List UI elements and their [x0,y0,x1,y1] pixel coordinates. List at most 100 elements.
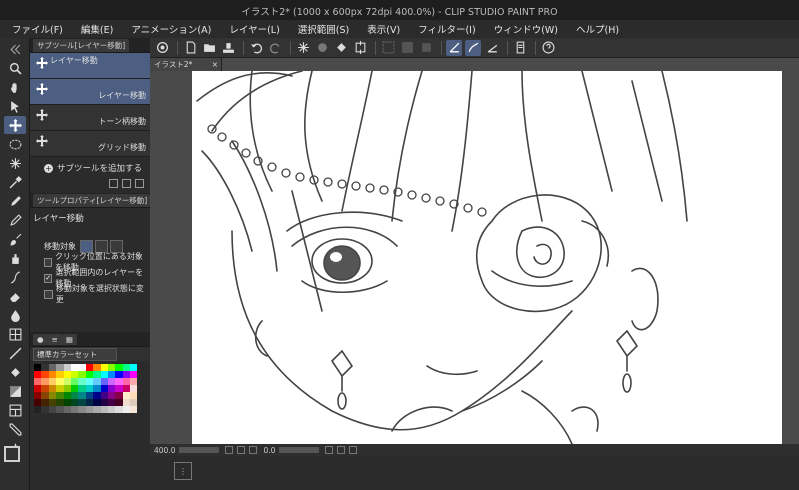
tool-hand[interactable] [4,78,26,96]
color-swatch[interactable] [100,406,108,413]
deselect-button[interactable] [380,40,396,56]
clear-button[interactable] [314,40,330,56]
tool-auto-select[interactable] [4,154,26,172]
rotate-slider[interactable] [279,447,320,453]
menu-help[interactable]: ヘルプ(H) [576,22,619,36]
tool-property-tab[interactable]: ツールプロパティ[レイヤー移動] [33,193,150,207]
tool-ruler[interactable] [4,420,26,438]
menu-layer[interactable]: レイヤー(L) [229,22,279,36]
tool-move-layer[interactable] [4,116,26,134]
tool-brush[interactable] [4,230,26,248]
color-swatch[interactable] [130,371,138,378]
color-swatch[interactable] [107,392,116,399]
color-swatch[interactable] [85,385,94,392]
special-ruler-snap-button[interactable] [465,39,481,56]
color-indicator[interactable] [4,446,26,470]
color-swatch[interactable] [70,406,79,413]
color-swatch[interactable] [85,406,94,413]
color-wheel-tab[interactable]: ● [33,333,48,345]
color-swatch[interactable] [130,385,138,392]
tool-decoration[interactable] [4,268,26,286]
color-swatch[interactable] [41,385,49,392]
selection-button[interactable] [418,40,434,56]
color-swatch[interactable] [41,392,49,399]
menu-filter[interactable]: フィルター(I) [418,22,476,36]
tool-pen[interactable] [4,192,26,210]
tool-pencil[interactable] [4,211,26,229]
color-set-name[interactable]: 標準カラーセット [33,347,117,361]
color-swatch[interactable] [100,364,108,371]
menu-edit[interactable]: 編集(E) [81,22,113,36]
color-swatch[interactable] [63,399,71,406]
color-swatch[interactable] [115,399,123,406]
color-swatch[interactable] [115,392,123,399]
color-swatch[interactable] [130,399,138,406]
subtool-item[interactable]: グリッド移動 [30,131,150,157]
option-row[interactable]: 移動対象を選択状態に変更 [30,284,150,304]
color-swatch[interactable] [56,392,64,399]
color-swatch[interactable] [70,364,79,371]
color-swatch[interactable] [78,385,86,392]
color-swatch[interactable] [130,378,138,385]
color-swatch[interactable] [48,385,57,392]
main-color-swatch[interactable] [4,446,20,462]
color-swatch[interactable] [122,392,131,399]
tool-line[interactable] [4,344,26,362]
tool-collapse[interactable] [4,40,26,58]
color-swatch[interactable] [100,392,108,399]
angle-value[interactable]: 0.0 [263,446,275,455]
drawing-canvas[interactable] [192,71,782,444]
zoom-out-icon[interactable] [225,446,234,454]
color-swatch[interactable] [85,392,94,399]
invert-button[interactable] [399,40,415,56]
open-button[interactable] [201,40,217,56]
color-swatch[interactable] [100,399,108,406]
tool-operation[interactable] [4,97,26,115]
color-swatch[interactable] [56,385,64,392]
color-swatch[interactable] [130,406,138,413]
menu-file[interactable]: ファイル(F) [12,22,63,36]
color-swatch[interactable] [130,364,138,371]
add-subtool-button[interactable]: + サブツールを追加する [30,157,150,179]
trash-icon[interactable] [135,179,144,188]
color-swatch[interactable] [115,364,123,371]
color-swatch[interactable] [70,378,79,385]
subtool-item[interactable]: トーン柄移動 [30,105,150,131]
color-swatch[interactable] [41,406,49,413]
tool-selection[interactable] [4,135,26,153]
tool-airbrush[interactable] [4,249,26,267]
color-swatch[interactable] [107,364,116,371]
color-swatch[interactable] [70,399,79,406]
color-swatch[interactable] [122,371,131,378]
color-swatch[interactable] [100,385,108,392]
fit-icon[interactable] [249,446,258,454]
menu-window[interactable]: ウィンドウ(W) [494,22,558,36]
menu-view[interactable]: 表示(V) [367,22,400,36]
color-swatch[interactable] [41,371,49,378]
color-swatch[interactable] [63,385,71,392]
color-swatch[interactable] [34,399,42,406]
reset-rotate-icon[interactable] [349,446,358,454]
subtool-item[interactable]: レイヤー移動 [30,53,150,79]
color-swatch[interactable] [107,406,116,413]
color-swatch[interactable] [48,378,57,385]
zoom-slider[interactable] [179,447,220,453]
color-swatch[interactable] [100,378,108,385]
color-swatch[interactable] [48,392,57,399]
color-swatch[interactable] [63,371,71,378]
fill-button[interactable] [333,40,349,56]
help-button[interactable] [540,40,556,56]
color-swatch[interactable] [115,378,123,385]
zoom-value[interactable]: 400.0 [154,446,175,455]
tool-eraser[interactable] [4,287,26,305]
color-swatch[interactable] [78,371,86,378]
color-swatch[interactable] [56,364,64,371]
tool-figure[interactable] [4,325,26,343]
color-swatch[interactable] [48,371,57,378]
rotate-right-icon[interactable] [337,446,346,454]
tool-eyedropper[interactable] [4,173,26,191]
color-swatch[interactable] [63,392,71,399]
tool-gradient[interactable] [4,382,26,400]
color-swatch[interactable] [122,399,131,406]
color-swatch[interactable] [107,371,116,378]
